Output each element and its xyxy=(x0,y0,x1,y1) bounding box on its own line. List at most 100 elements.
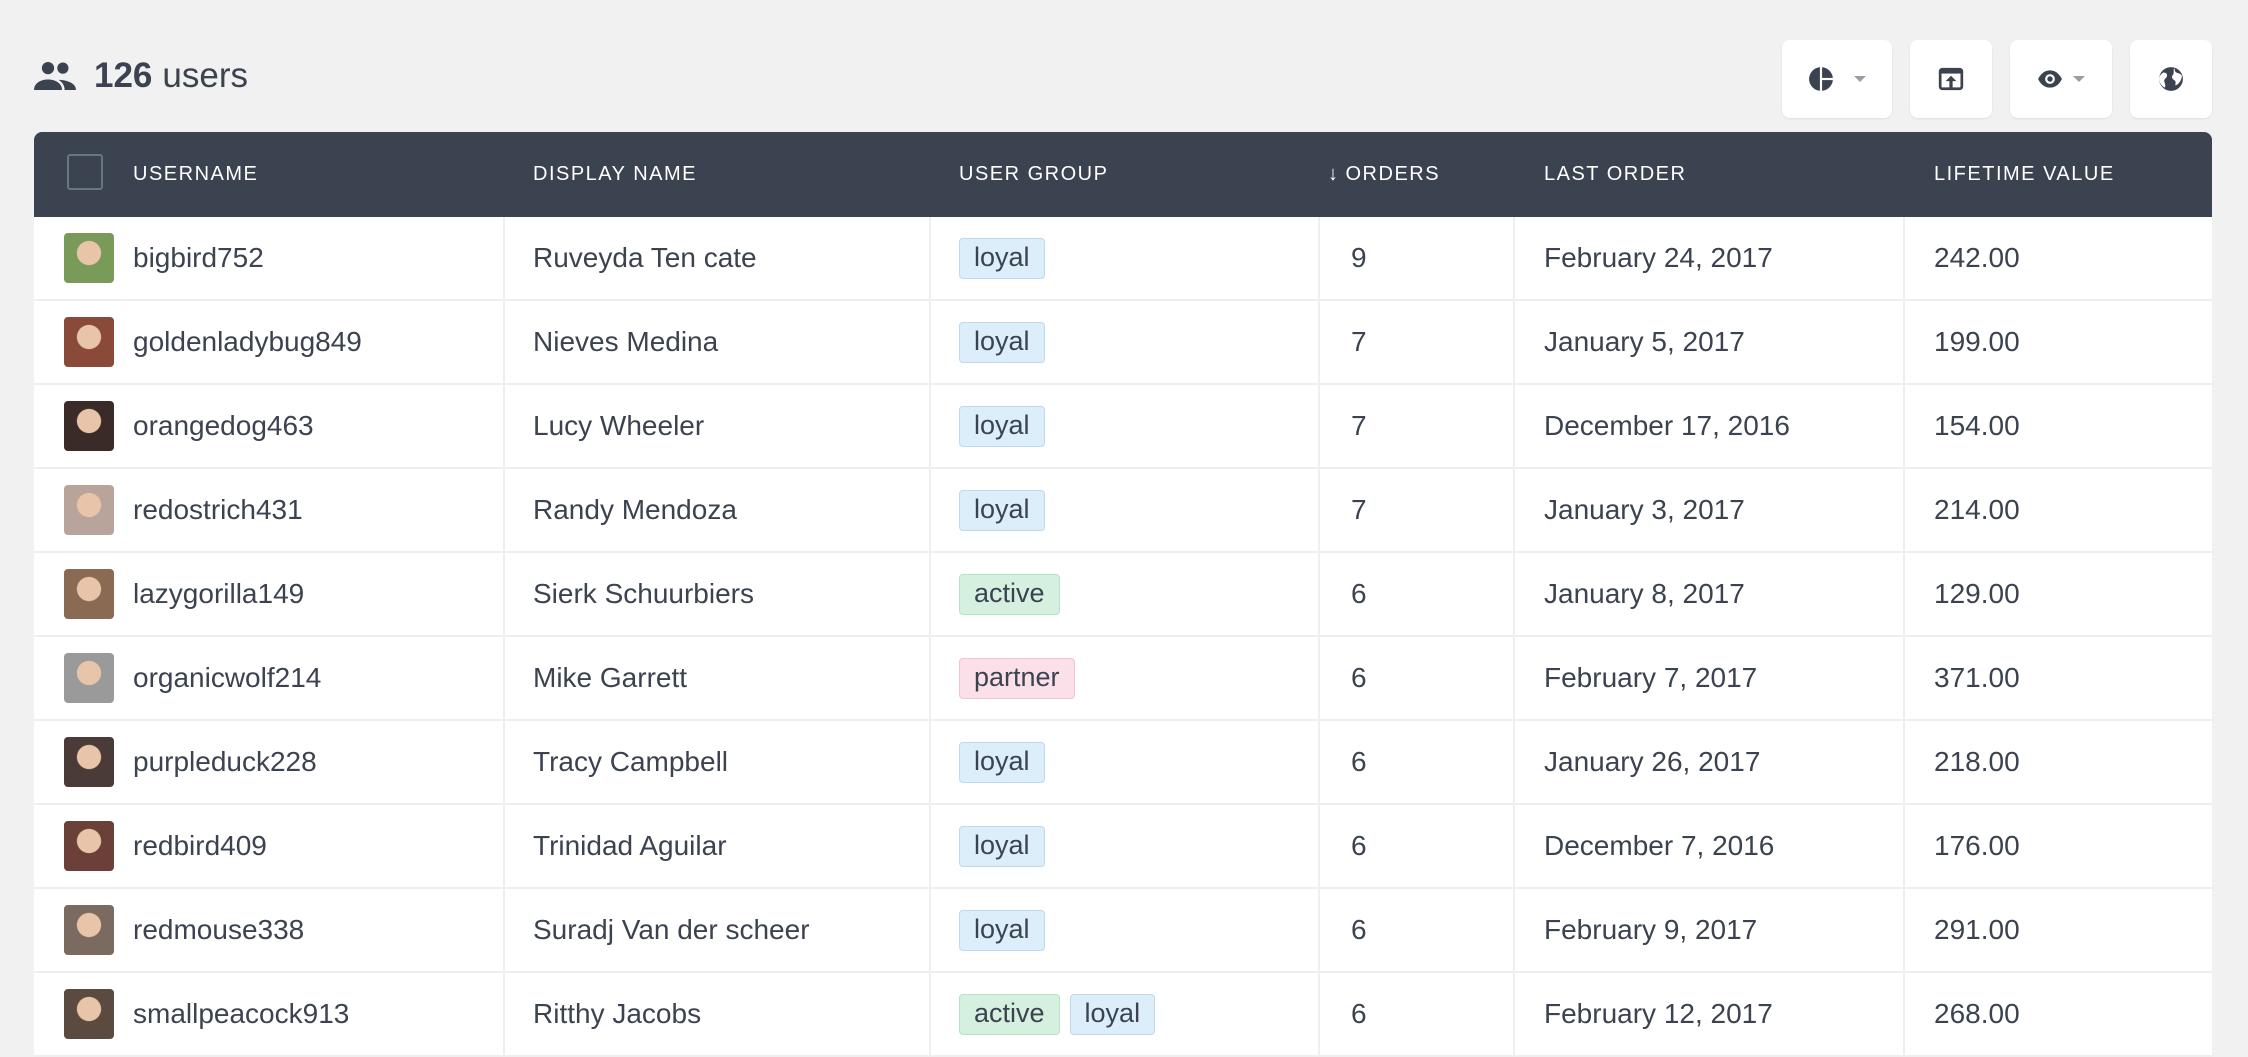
table-row[interactable]: purpleduck228 Tracy Campbell loyal 6 January… xyxy=(34,721,2212,805)
orders-cell: 6 xyxy=(1351,830,1367,861)
group-badge-partner: partner xyxy=(959,657,1075,699)
user-group-cell: loyal xyxy=(959,385,1055,467)
column-divider xyxy=(1318,385,1320,467)
username-cell[interactable]: orangedog463 xyxy=(133,385,314,467)
display-name-cell: Ruveyda Ten cate xyxy=(533,242,757,273)
column-divider xyxy=(1318,973,1320,1055)
display-name-cell: Ritthy Jacobs xyxy=(533,998,702,1029)
pie-chart-icon xyxy=(1809,66,1834,92)
group-badge-loyal: loyal xyxy=(1069,993,1156,1035)
username-cell[interactable]: organicwolf214 xyxy=(133,637,321,719)
orders-cell: 7 xyxy=(1351,494,1367,525)
orders-cell: 6 xyxy=(1351,746,1367,777)
table-body: bigbird752 Ruveyda Ten cate loyal 9 February… xyxy=(34,217,2212,1057)
column-divider xyxy=(1903,301,1905,383)
column-divider xyxy=(1318,637,1320,719)
username-cell[interactable]: redostrich431 xyxy=(133,469,303,551)
column-divider xyxy=(503,301,505,383)
lifetime-value-cell: 268.00 xyxy=(1934,998,2020,1029)
users-icon xyxy=(34,62,76,90)
toolbar xyxy=(1782,40,2212,118)
column-divider xyxy=(1513,217,1515,299)
globe-button[interactable] xyxy=(2130,40,2212,118)
last-order-cell: December 17, 2016 xyxy=(1544,410,1790,441)
username-cell[interactable]: bigbird752 xyxy=(133,217,264,299)
group-badge-loyal: loyal xyxy=(959,825,1045,867)
user-count-label: users xyxy=(162,56,248,95)
column-divider xyxy=(503,217,505,299)
orders-cell: 7 xyxy=(1351,410,1367,441)
select-all-checkbox[interactable] xyxy=(67,154,103,190)
user-group-cell: active loyal xyxy=(959,973,1165,1055)
group-badge-loyal: loyal xyxy=(959,909,1045,951)
group-badge-loyal: loyal xyxy=(959,741,1045,783)
avatar xyxy=(64,485,114,535)
orders-cell: 7 xyxy=(1351,326,1367,357)
column-divider xyxy=(1513,385,1515,467)
avatar xyxy=(64,989,114,1039)
chevron-down-icon xyxy=(1854,76,1866,82)
export-button[interactable] xyxy=(1910,40,1992,118)
orders-cell: 6 xyxy=(1351,998,1367,1029)
last-order-cell: February 9, 2017 xyxy=(1544,914,1758,945)
table-row[interactable]: redostrich431 Randy Mendoza loyal 7 January … xyxy=(34,469,2212,553)
lifetime-value-cell: 218.00 xyxy=(1934,746,2020,777)
lifetime-value-cell: 291.00 xyxy=(1934,914,2020,945)
username-cell[interactable]: goldenladybug849 xyxy=(133,301,362,383)
last-order-cell: January 5, 2017 xyxy=(1544,326,1745,357)
table-row[interactable]: redbird409 Trinidad Aguilar loyal 6 December… xyxy=(34,805,2212,889)
lifetime-value-cell: 214.00 xyxy=(1934,494,2020,525)
column-display-name[interactable]: DISPLAY NAME xyxy=(533,132,697,217)
last-order-cell: January 8, 2017 xyxy=(1544,578,1745,609)
user-group-cell: active xyxy=(959,553,1070,635)
avatar xyxy=(64,821,114,871)
orders-cell: 6 xyxy=(1351,662,1367,693)
lifetime-value-cell: 199.00 xyxy=(1934,326,2020,357)
username-cell[interactable]: redbird409 xyxy=(133,805,267,887)
column-divider xyxy=(1318,301,1320,383)
sort-desc-icon: ↓ xyxy=(1328,163,1340,185)
username-cell[interactable]: smallpeacock913 xyxy=(133,973,349,1055)
group-badge-active: active xyxy=(959,993,1060,1035)
column-divider xyxy=(1903,217,1905,299)
table-row[interactable]: orangedog463 Lucy Wheeler loyal 7 December 1… xyxy=(34,385,2212,469)
table-row[interactable]: organicwolf214 Mike Garrett partner 6 Februa… xyxy=(34,637,2212,721)
table-row[interactable]: redmouse338 Suradj Van der scheer loyal 6 Fe… xyxy=(34,889,2212,973)
table-row[interactable]: lazygorilla149 Sierk Schuurbiers active 6 Ja… xyxy=(34,553,2212,637)
column-divider xyxy=(1513,973,1515,1055)
column-divider xyxy=(1903,637,1905,719)
column-divider xyxy=(503,805,505,887)
column-divider xyxy=(503,553,505,635)
column-username[interactable]: USERNAME xyxy=(133,132,258,217)
table-row[interactable]: bigbird752 Ruveyda Ten cate loyal 9 February… xyxy=(34,217,2212,301)
username-cell[interactable]: lazygorilla149 xyxy=(133,553,304,635)
eye-icon xyxy=(2038,70,2062,88)
display-name-cell: Sierk Schuurbiers xyxy=(533,578,754,609)
table-row[interactable]: goldenladybug849 Nieves Medina loyal 7 Janua… xyxy=(34,301,2212,385)
avatar xyxy=(64,653,114,703)
column-divider xyxy=(929,805,931,887)
avatar xyxy=(64,401,114,451)
column-orders[interactable]: ↓ ORDERS xyxy=(1328,132,1440,217)
visibility-button[interactable] xyxy=(2010,40,2112,118)
orders-cell: 9 xyxy=(1351,242,1367,273)
avatar xyxy=(64,737,114,787)
username-cell[interactable]: redmouse338 xyxy=(133,889,304,971)
username-cell[interactable]: purpleduck228 xyxy=(133,721,317,803)
user-count: 126 xyxy=(94,56,153,95)
column-last-order[interactable]: LAST ORDER xyxy=(1544,132,1686,217)
users-table: USERNAME DISPLAY NAME USER GROUP ↓ ORDER… xyxy=(34,132,2212,1057)
column-lifetime-value[interactable]: LIFETIME VALUE xyxy=(1934,132,2115,217)
column-divider xyxy=(1318,469,1320,551)
display-name-cell: Mike Garrett xyxy=(533,662,688,693)
chart-button[interactable] xyxy=(1782,40,1892,118)
last-order-cell: February 24, 2017 xyxy=(1544,242,1773,273)
column-divider xyxy=(1903,805,1905,887)
export-icon xyxy=(1938,67,1964,91)
display-name-cell: Trinidad Aguilar xyxy=(533,830,727,861)
table-row[interactable]: smallpeacock913 Ritthy Jacobs active loyal 6… xyxy=(34,973,2212,1057)
column-user-group[interactable]: USER GROUP xyxy=(959,132,1108,217)
group-badge-active: active xyxy=(959,573,1060,615)
column-divider xyxy=(1318,721,1320,803)
last-order-cell: February 7, 2017 xyxy=(1544,662,1758,693)
